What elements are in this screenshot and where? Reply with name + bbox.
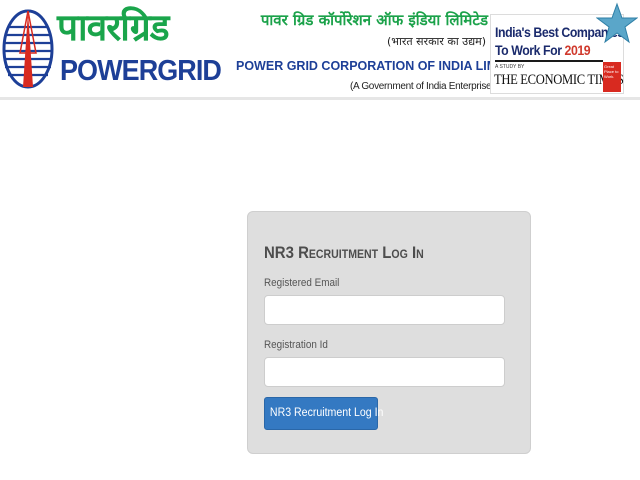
award-star-icon (596, 2, 638, 44)
registered-email-input[interactable] (264, 295, 505, 325)
email-label: Registered Email (264, 277, 340, 289)
registration-id-label: Registration Id (264, 339, 328, 351)
login-button-label: NR3 Recruitment Log In (269, 407, 384, 419)
award-title-line2: To Work For 2019 (495, 41, 599, 59)
registration-id-input[interactable] (264, 357, 505, 387)
award-title-prefix: To Work For (495, 42, 565, 58)
corporation-name-english: POWER GRID CORPORATION OF INDIA LIMITED (236, 59, 526, 73)
login-button[interactable]: NR3 Recruitment Log In (264, 397, 383, 430)
award-year: 2019 (564, 42, 591, 58)
economic-times-logo: THE ECONOMIC TIMES (494, 72, 624, 88)
corporation-name-hindi: पावर ग्रिड कॉर्पोरेशन ऑफ इंडिया लिमिटेड (260, 11, 488, 29)
government-tag-hindi: (भारत सरकार का उद्यम) (387, 35, 486, 48)
login-title: NR3 Recruitment Log In (264, 243, 424, 262)
powergrid-emblem-icon (2, 9, 54, 89)
logo-hindi-text: पावरग्रिड (57, 6, 170, 49)
great-place-to-work-badge: Great Place to Work. (603, 62, 621, 92)
government-tag-english: (A Government of India Enterprise) (350, 81, 495, 92)
logo-english-text: POWERGRID (60, 55, 222, 87)
award-divider (495, 60, 603, 62)
site-header: पावरग्रिड POWERGRID पावर ग्रिड कॉर्पोरेश… (0, 0, 640, 100)
login-panel: NR3 Recruitment Log In Registered Email … (247, 211, 531, 454)
award-title-line1: India's Best Companies (495, 24, 624, 40)
